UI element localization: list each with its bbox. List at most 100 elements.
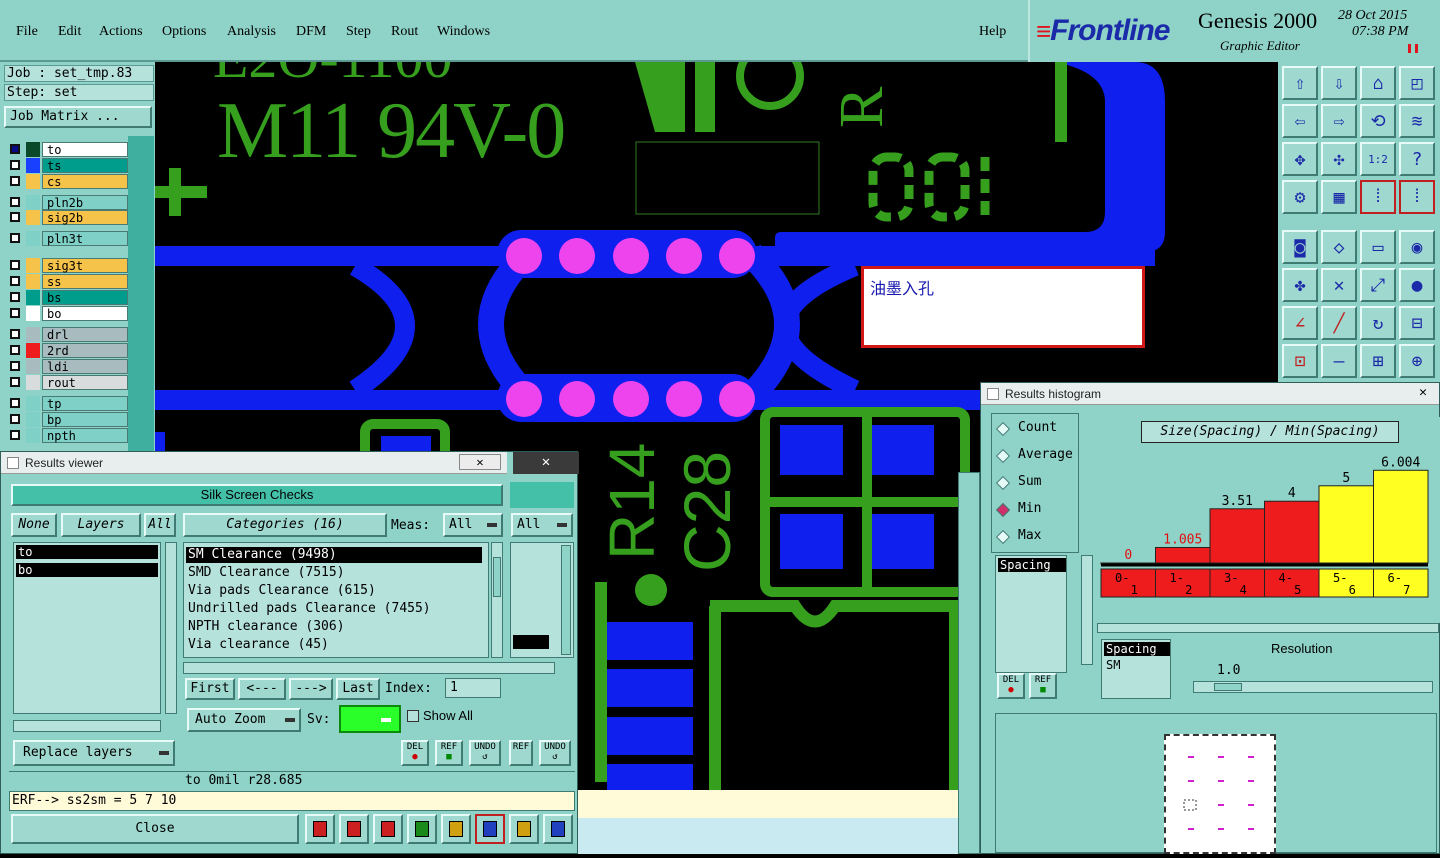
- action-button[interactable]: [407, 814, 437, 844]
- del-button[interactable]: DEL ●: [997, 673, 1025, 699]
- list-item[interactable]: SM: [1106, 658, 1120, 672]
- layer-checkbox[interactable]: [10, 233, 20, 243]
- layer-row-2rd[interactable]: 2rd: [6, 343, 128, 358]
- layer-name[interactable]: pln2b: [42, 195, 128, 210]
- note-box[interactable]: 油墨入孔: [861, 266, 1145, 348]
- undo-button[interactable]: UNDO ↺: [469, 740, 501, 766]
- tool-button[interactable]: ◇: [1321, 230, 1357, 264]
- tool-button[interactable]: ⊡: [1282, 344, 1318, 378]
- layer-checkbox[interactable]: [10, 276, 20, 286]
- tool-button[interactable]: ◙: [1282, 230, 1318, 264]
- replace-layers-select[interactable]: Replace layers: [13, 740, 175, 766]
- tool-button[interactable]: ⇨: [1321, 104, 1357, 138]
- layer-checkbox[interactable]: [10, 292, 20, 302]
- job-matrix-button[interactable]: Job Matrix ...: [4, 106, 152, 128]
- layer-row-tp[interactable]: tp: [6, 396, 128, 411]
- layer-row-to[interactable]: to: [6, 142, 128, 157]
- layer-row-npth[interactable]: npth: [6, 428, 128, 443]
- meas-select[interactable]: All: [443, 513, 503, 537]
- action-button[interactable]: [475, 814, 505, 844]
- layer-name[interactable]: ldi: [42, 359, 128, 374]
- layer-checkbox[interactable]: [10, 197, 20, 207]
- layer-row-ts[interactable]: ts: [6, 158, 128, 173]
- auto-zoom-select[interactable]: Auto Zoom: [187, 708, 301, 732]
- layer-name[interactable]: rout: [42, 375, 128, 390]
- categories-scrollbar[interactable]: [491, 542, 503, 658]
- menu-help[interactable]: Help: [979, 24, 1006, 40]
- layer-checkbox[interactable]: [10, 176, 20, 186]
- histogram-bar[interactable]: [1318, 485, 1374, 564]
- categories-button[interactable]: Categories (16): [183, 513, 387, 537]
- show-all-checkbox[interactable]: [407, 710, 419, 722]
- layer-checkbox[interactable]: [10, 345, 20, 355]
- category-filter-select[interactable]: All: [511, 513, 573, 537]
- layer-name[interactable]: pln3t: [42, 231, 128, 246]
- tool-button[interactable]: ▦: [1321, 180, 1357, 214]
- category-item[interactable]: SM Clearance (9498): [186, 547, 482, 563]
- layer-name[interactable]: npth: [42, 428, 128, 443]
- last-button[interactable]: Last: [336, 678, 380, 700]
- layer-row-bp[interactable]: bp: [6, 412, 128, 427]
- tool-button[interactable]: ↻: [1360, 306, 1396, 340]
- menu-analysis[interactable]: Analysis: [227, 24, 276, 40]
- tool-button[interactable]: ◰: [1399, 66, 1435, 100]
- action-button[interactable]: [441, 814, 471, 844]
- layer-row-sig3t[interactable]: sig3t: [6, 258, 128, 273]
- menu-rout[interactable]: Rout: [391, 24, 418, 40]
- action-button[interactable]: [339, 814, 369, 844]
- tool-button[interactable]: ⁞: [1360, 180, 1396, 214]
- action-button[interactable]: [543, 814, 573, 844]
- tool-button[interactable]: ⊞: [1360, 344, 1396, 378]
- histogram-bar[interactable]: [1155, 546, 1211, 564]
- layer-checkbox[interactable]: [10, 377, 20, 387]
- results-viewer-titlebar[interactable]: Results viewer: [1, 452, 507, 474]
- layer-checkbox[interactable]: [10, 430, 20, 440]
- menu-step[interactable]: Step: [346, 24, 371, 40]
- close-icon[interactable]: ✕: [513, 452, 579, 474]
- menu-file[interactable]: File: [16, 24, 38, 40]
- layer-checkbox[interactable]: [10, 398, 20, 408]
- layer-row-drl[interactable]: drl: [6, 327, 128, 342]
- tool-button[interactable]: ✣: [1321, 142, 1357, 176]
- layer-name[interactable]: bo: [42, 306, 128, 321]
- layer-list-hscroll[interactable]: [13, 720, 161, 732]
- pause-icon[interactable]: [1408, 44, 1418, 53]
- layer-name[interactable]: tp: [42, 396, 128, 411]
- ref-button[interactable]: REF ■: [1029, 673, 1057, 699]
- categories-hscroll[interactable]: [183, 662, 555, 674]
- histogram-bar[interactable]: [1264, 500, 1320, 564]
- list-item[interactable]: Spacing: [998, 558, 1066, 572]
- tool-button[interactable]: ◉: [1399, 230, 1435, 264]
- measure-list[interactable]: Spacing: [995, 555, 1067, 673]
- category-item[interactable]: Via pads Clearance (615): [186, 583, 482, 599]
- layer-checkbox[interactable]: [10, 212, 20, 222]
- tool-button[interactable]: ≋: [1399, 104, 1435, 138]
- layer-checkbox[interactable]: [10, 361, 20, 371]
- layer-row-ss[interactable]: ss: [6, 274, 128, 289]
- prev-button[interactable]: <---: [238, 678, 286, 700]
- layer-row-bo[interactable]: bo: [6, 306, 128, 321]
- layer-row-cs[interactable]: cs: [6, 174, 128, 189]
- list-item[interactable]: to: [16, 545, 158, 559]
- category-item[interactable]: Via clearance (45): [186, 637, 482, 653]
- close-button[interactable]: Close: [11, 814, 299, 844]
- category-item[interactable]: NPTH clearance (306): [186, 619, 482, 635]
- layer-scrollbar[interactable]: [128, 136, 154, 462]
- category-item[interactable]: SMD Clearance (7515): [186, 565, 482, 581]
- tool-button[interactable]: —: [1321, 344, 1357, 378]
- layer-checkbox[interactable]: [10, 308, 20, 318]
- layer-name[interactable]: to: [42, 142, 128, 157]
- layer-name[interactable]: 2rd: [42, 343, 128, 358]
- tool-button[interactable]: ╱: [1321, 306, 1357, 340]
- action-button[interactable]: [305, 814, 335, 844]
- histogram-bar[interactable]: [1373, 469, 1429, 564]
- tool-button[interactable]: ✥: [1282, 142, 1318, 176]
- action-button[interactable]: [509, 814, 539, 844]
- menu-windows[interactable]: Windows: [437, 24, 490, 40]
- tool-button[interactable]: ∠: [1282, 306, 1318, 340]
- tool-button[interactable]: ●: [1399, 268, 1435, 302]
- tool-button[interactable]: ⤢: [1360, 268, 1396, 302]
- menu-options[interactable]: Options: [162, 24, 206, 40]
- tool-button[interactable]: ▭: [1360, 230, 1396, 264]
- resolution-slider[interactable]: [1193, 681, 1433, 693]
